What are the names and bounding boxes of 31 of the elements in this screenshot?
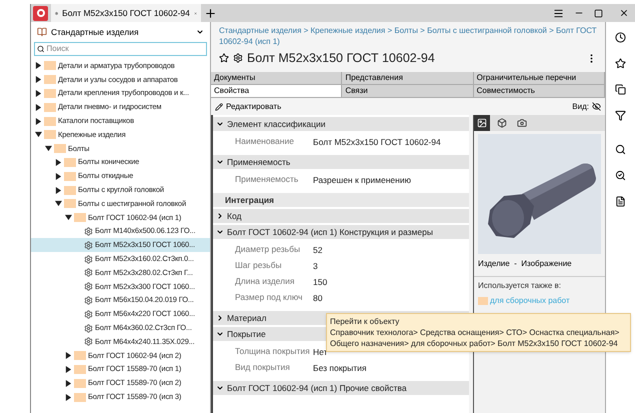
section-title: Применяемость [227,156,290,168]
property-value: Болт М52x3x150 ГОСТ 10602-94 [312,136,441,148]
property-label: Размер под ключ [234,292,304,304]
section-title: Элемент классификации [227,118,326,130]
property-value: 80 [312,292,322,304]
property-value: 52 [312,244,322,256]
section-title: Болт ГОСТ 10602-94 (исп 1) Конструкция и размеры [227,226,433,238]
section-title: Материал [227,312,266,324]
preview-caption: Изделие - Изображение [477,258,573,270]
section-title: Код [227,210,242,222]
tab-title: Болт М52x3x150 ГОСТ 10602-94 [62,6,190,20]
tooltip-title: Перейти к объекту [330,316,400,327]
property-value: 150 [312,276,328,288]
section-title: Покрытие [227,328,266,340]
property-label: Диаметр резьбы [234,244,302,256]
section-title: Болт ГОСТ 10602-94 (исп 1) Прочие свойства [227,382,407,394]
property-value: 3 [312,260,318,272]
view-label: Вид: [572,100,589,112]
property-label: Применяемость [234,174,300,186]
property-value: Нет [312,346,328,358]
used-in-label: Используется также в: [478,280,562,292]
property-label: Вид покрытия [234,362,291,374]
library-name: Стандартные изделия [51,26,139,38]
property-value: Разрешен к применению [312,174,411,186]
item-title: Болт М52x3x150 ГОСТ 10602-94 [247,50,435,67]
property-label: Толщина покрытия [234,346,311,358]
property-label: Наименование [234,136,295,148]
property-label: Длина изделия [234,276,296,288]
property-value: Без покрытия [312,362,367,374]
property-label: Шаг резьбы [234,260,283,272]
group-header: Интеграция [213,193,469,207]
